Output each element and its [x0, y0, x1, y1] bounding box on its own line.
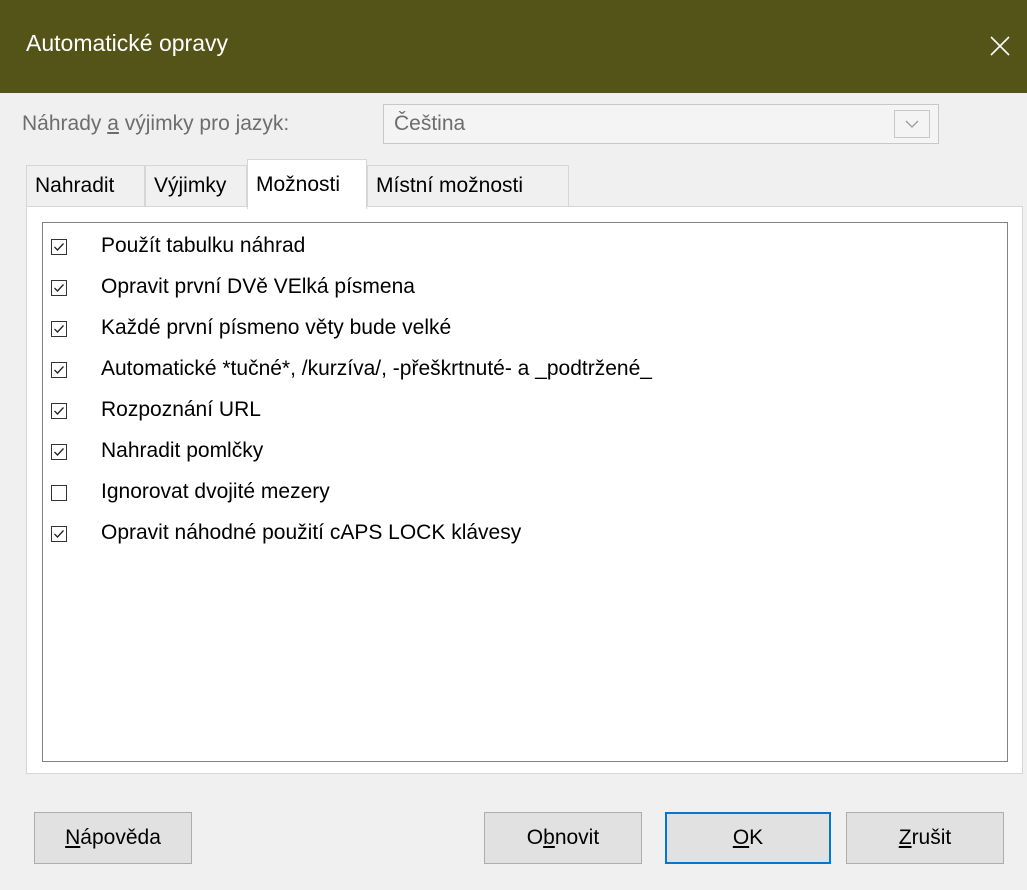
cancel-button-label: Zrušit: [898, 826, 952, 849]
ok-button-label: OK: [732, 826, 764, 849]
language-label: Náhrady a výjimky pro jazyk:: [22, 112, 290, 135]
checkbox[interactable]: [51, 485, 67, 501]
language-dropdown-button[interactable]: [894, 110, 930, 138]
help-button-label: Nápověda: [65, 826, 161, 849]
option-use-replacement-table[interactable]: Použít tabulku náhrad: [43, 227, 983, 267]
tab-vyjimky[interactable]: Výjimky: [145, 165, 247, 207]
reset-button[interactable]: Obnovit: [484, 812, 642, 864]
checkbox[interactable]: [51, 362, 67, 378]
window-title: Automatické opravy: [26, 30, 228, 56]
checkbox[interactable]: [51, 403, 67, 419]
checkmark-icon: [54, 243, 64, 251]
ok-button[interactable]: OK: [665, 812, 831, 864]
option-replace-dashes[interactable]: Nahradit pomlčky: [43, 432, 983, 472]
checkbox[interactable]: [51, 239, 67, 255]
checkbox[interactable]: [51, 526, 67, 542]
option-label: Opravit první DVě VElká písmena: [101, 275, 415, 298]
options-panel: Použít tabulku náhrad Opravit první DVě …: [26, 206, 1023, 774]
checkbox[interactable]: [51, 321, 67, 337]
checkmark-icon: [54, 325, 64, 333]
tab-label: Nahradit: [35, 174, 115, 197]
help-button[interactable]: Nápověda: [34, 812, 192, 864]
option-capitalize-sentence-start[interactable]: Každé první písmeno věty bude velké: [43, 309, 983, 349]
checkmark-icon: [54, 284, 64, 292]
option-label: Opravit náhodné použití cAPS LOCK kláves…: [101, 521, 522, 544]
option-label: Nahradit pomlčky: [101, 439, 264, 462]
chevron-down-icon: [905, 120, 919, 128]
option-label: Automatické *tučné*, /kurzíva/, -přeškrt…: [101, 357, 652, 380]
language-select-value: Čeština: [394, 112, 466, 135]
checkbox[interactable]: [51, 444, 67, 460]
option-url-recognition[interactable]: Rozpoznání URL: [43, 391, 983, 431]
tab-moznosti[interactable]: Možnosti: [247, 159, 367, 209]
checkmark-icon: [54, 448, 64, 456]
option-ignore-double-spaces[interactable]: Ignorovat dvojité mezery: [43, 473, 983, 513]
checkmark-icon: [54, 530, 64, 538]
reset-button-label: Obnovit: [526, 826, 600, 849]
options-list[interactable]: Použít tabulku náhrad Opravit první DVě …: [42, 222, 1008, 762]
checkmark-icon: [54, 366, 64, 374]
option-automatic-formatting[interactable]: Automatické *tučné*, /kurzíva/, -přeškrt…: [43, 350, 983, 390]
tab-label: Výjimky: [154, 174, 227, 197]
option-label: Použít tabulku náhrad: [101, 234, 306, 257]
cancel-button[interactable]: Zrušit: [846, 812, 1004, 864]
option-correct-caps-lock[interactable]: Opravit náhodné použití cAPS LOCK kláves…: [43, 514, 983, 554]
close-icon: [990, 36, 1010, 56]
tab-label: Možnosti: [256, 173, 341, 196]
close-button[interactable]: [976, 22, 1024, 70]
checkmark-icon: [54, 407, 64, 415]
option-correct-two-initial-capitals[interactable]: Opravit první DVě VElká písmena: [43, 268, 983, 308]
tab-nahradit[interactable]: Nahradit: [26, 165, 145, 207]
language-select[interactable]: Čeština: [383, 104, 939, 144]
title-bar: Automatické opravy: [0, 0, 1027, 93]
checkbox[interactable]: [51, 280, 67, 296]
tab-mistni-moznosti[interactable]: Místní možnosti: [367, 165, 569, 207]
option-label: Každé první písmeno věty bude velké: [101, 316, 452, 339]
option-label: Ignorovat dvojité mezery: [101, 480, 330, 503]
option-label: Rozpoznání URL: [101, 398, 261, 421]
tab-label: Místní možnosti: [376, 174, 524, 197]
